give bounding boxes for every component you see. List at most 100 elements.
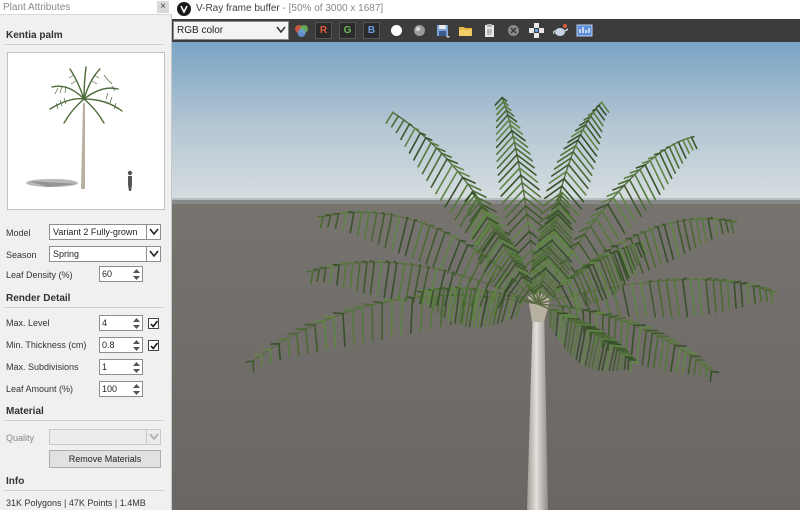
max-level-checkbox[interactable] [148, 318, 159, 329]
spinner-up-icon[interactable] [132, 316, 141, 323]
chevron-down-icon[interactable] [146, 430, 160, 444]
season-dropdown[interactable]: Spring [49, 246, 161, 262]
spinner-down-icon[interactable] [132, 274, 141, 281]
max-subdivisions-label: Max. Subdivisions [6, 362, 79, 372]
leaf-amount-label: Leaf Amount (%) [6, 384, 74, 394]
clipboard-icon[interactable] [481, 22, 498, 39]
min-thickness-checkbox[interactable] [148, 340, 159, 351]
palm-leaflet [630, 282, 635, 285]
close-icon[interactable]: × [157, 1, 169, 13]
spinner-down-icon[interactable] [132, 345, 141, 352]
divider [4, 44, 164, 45]
grey-sphere-icon[interactable] [411, 22, 428, 39]
leaf-amount-value: 100 [102, 384, 118, 394]
palm-leaflet [459, 239, 467, 243]
palm-leaflet [608, 315, 620, 318]
palm-leaflet [597, 257, 605, 260]
palm-leaflet [752, 285, 761, 288]
palm-leaflet [695, 217, 700, 220]
palm-leaflet [629, 360, 633, 373]
palm-leaflet [654, 225, 659, 228]
blue-channel-button[interactable]: B [363, 22, 380, 39]
palm-leaflet [599, 101, 603, 105]
palm-leaflet [746, 283, 755, 286]
palm-leaflet [578, 323, 593, 327]
plant-attributes-panel: Plant Attributes × Kentia palm Model Var… [0, 0, 172, 510]
palm-leaflet [581, 325, 597, 329]
palm-leaflet [682, 218, 686, 222]
palm-leaflet [602, 313, 613, 316]
palm-leaflet [625, 355, 635, 359]
palm-leaflet [605, 253, 612, 256]
spinner-up-icon[interactable] [132, 360, 141, 367]
min-thickness-spinner[interactable]: 0.8 [99, 337, 143, 353]
panel-title: Plant Attributes [3, 2, 71, 13]
spinner-up-icon[interactable] [132, 267, 141, 274]
palm-leaflet [371, 304, 374, 342]
info-text: 31K Polygons | 47K Points | 1.4MB [6, 498, 146, 508]
palm-leaflet [690, 354, 702, 358]
palm-leaflet [571, 319, 585, 323]
max-level-spinner[interactable]: 4 [99, 315, 143, 331]
palm-leaflet [352, 305, 364, 309]
palm-leaflet [627, 358, 630, 371]
palm-leaflet [342, 308, 354, 312]
teapot-render-icon[interactable] [552, 22, 569, 39]
green-channel-button[interactable]: G [339, 22, 356, 39]
max-level-label: Max. Level [6, 318, 50, 328]
leaf-amount-spinner[interactable]: 100 [99, 381, 143, 397]
palm-leaflet [689, 217, 693, 221]
vfb-titlebar: V-Ray frame buffer - [50% of 3000 x 1687… [172, 0, 800, 19]
spinner-up-icon[interactable] [132, 382, 141, 389]
spinner-down-icon[interactable] [132, 323, 141, 330]
palm-leaflet [700, 362, 710, 366]
panel-titlebar: Plant Attributes × [0, 0, 172, 15]
info-heading: Info [6, 476, 25, 487]
channel-value: RGB color [177, 25, 224, 36]
max-subdivisions-spinner[interactable]: 1 [99, 359, 143, 375]
leaf-density-value: 60 [102, 269, 113, 279]
channel-dropdown[interactable]: RGB color [173, 21, 289, 40]
chevron-down-icon[interactable] [146, 247, 160, 261]
remove-materials-button[interactable]: Remove Materials [49, 450, 161, 468]
palm-leaflet [707, 217, 714, 220]
max-level-value: 4 [102, 318, 108, 328]
chevron-down-icon[interactable] [276, 26, 286, 36]
leaf-density-spinner[interactable]: 60 [99, 266, 143, 282]
palm-leaflet [390, 300, 393, 339]
clear-icon[interactable] [505, 22, 522, 39]
red-channel-button[interactable]: R [315, 22, 332, 39]
stats-icon[interactable] [576, 22, 593, 39]
track-mouse-icon[interactable] [528, 22, 545, 39]
palm-leaflet [713, 217, 720, 220]
palm-leaflet [726, 279, 734, 283]
palm-leaflet [552, 310, 556, 333]
save-icon[interactable] [434, 22, 451, 39]
palm-leaflet [617, 241, 625, 244]
spinner-down-icon[interactable] [132, 367, 141, 374]
palm-leaflet [601, 255, 608, 258]
palm-leaflet [573, 293, 577, 296]
render-detail-heading: Render Detail [6, 293, 71, 304]
quality-dropdown[interactable] [49, 429, 161, 445]
model-dropdown[interactable]: Variant 2 Fully-grown [49, 224, 161, 240]
spinner-down-icon[interactable] [132, 389, 141, 396]
max-subdivisions-value: 1 [102, 362, 108, 372]
palm-leaflet [701, 217, 707, 220]
palm-leaflet [676, 219, 679, 223]
season-label: Season [6, 250, 37, 260]
open-folder-icon[interactable] [457, 22, 474, 39]
plant-name-heading: Kentia palm [6, 30, 63, 41]
channels-icon[interactable] [293, 22, 310, 39]
palm-leaflet [589, 261, 598, 265]
vray-frame-buffer-window: V-Ray frame buffer - [50% of 3000 x 1687… [172, 0, 800, 510]
palm-leaflet [668, 341, 682, 344]
palm-leaflet [595, 311, 606, 315]
palm-leaflet [361, 306, 365, 344]
chevron-down-icon[interactable] [146, 225, 160, 239]
min-thickness-label: Min. Thickness (cm) [6, 340, 87, 350]
spinner-up-icon[interactable] [132, 338, 141, 345]
material-heading: Material [6, 406, 44, 417]
palm-leaflet [603, 249, 611, 252]
white-circle-icon[interactable] [388, 22, 405, 39]
